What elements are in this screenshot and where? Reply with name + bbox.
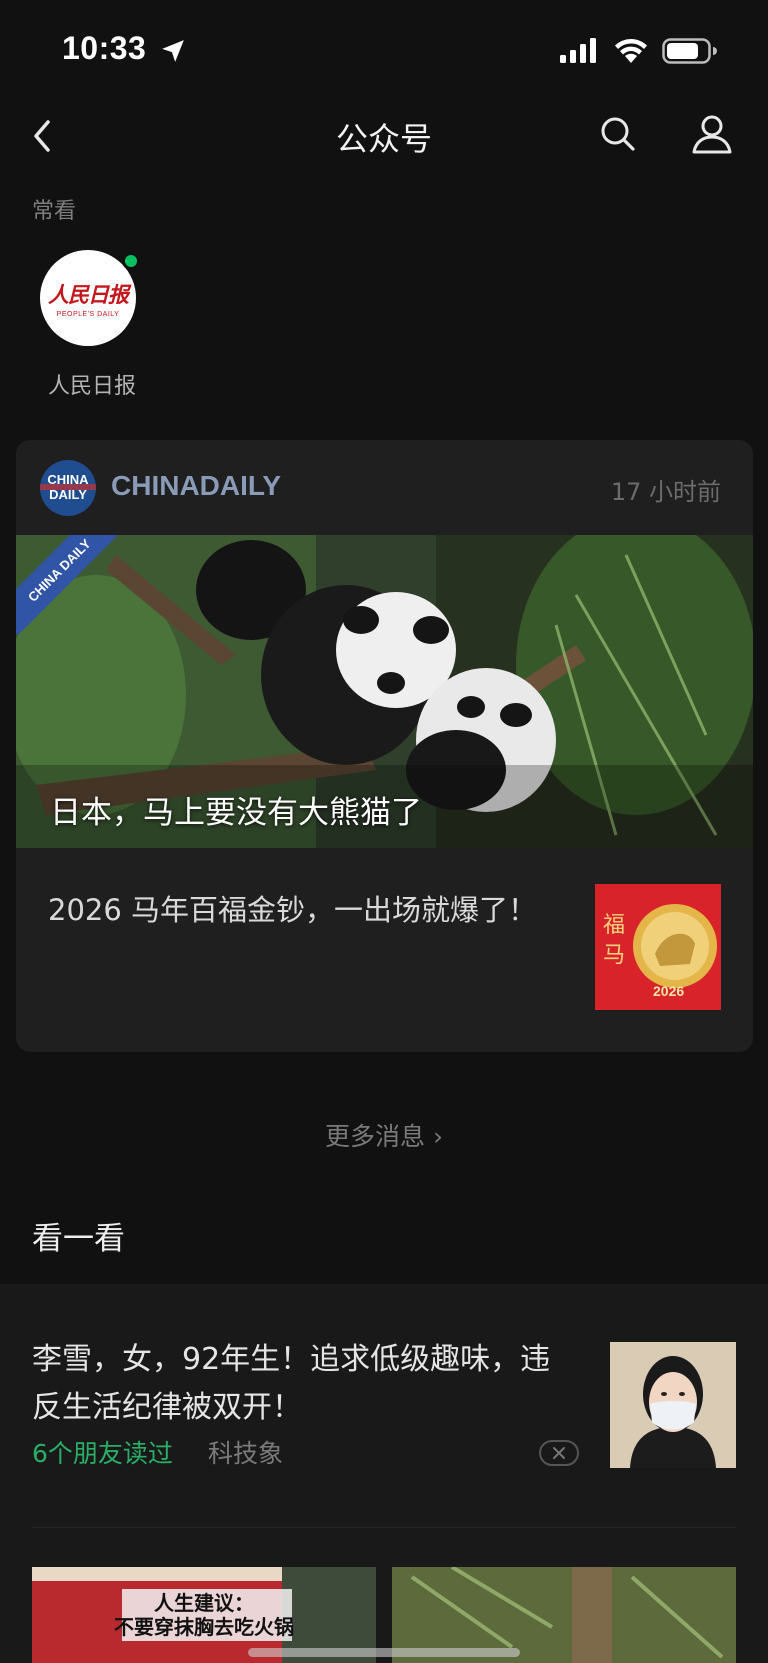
frequent-account-name: 人民日报 bbox=[47, 374, 136, 399]
cellular-signal-icon bbox=[560, 38, 596, 63]
article-title: 2026 马年百福金钞，一出场就爆了！ bbox=[48, 893, 538, 927]
close-icon[interactable] bbox=[539, 1440, 579, 1466]
status-time: 10:33 bbox=[62, 30, 147, 66]
hero-article[interactable]: CHINA DAILY 日本，马上要没有大熊猫了 bbox=[16, 535, 753, 848]
thumbnail-caption-line2: 不要穿抹胸去吃火锅 bbox=[114, 1615, 294, 1639]
timestamp: 17 小时前 bbox=[610, 478, 721, 506]
feed-article-thumbnail[interactable] bbox=[610, 1342, 736, 1468]
article-row[interactable]: 2026 马年百福金钞，一出场就爆了！ 福 马 2026 bbox=[16, 848, 753, 1052]
feed-panel: 李雪，女，92年生！追求低级趣味，违反生活纪律被双开！ 6个朋友读过 科技象 人… bbox=[0, 1284, 768, 1663]
new-update-dot bbox=[122, 252, 140, 270]
svg-text:马: 马 bbox=[603, 943, 625, 968]
thumbnail-caption-line1: 人生建议： bbox=[154, 1591, 254, 1615]
frequent-section-label: 常看 bbox=[32, 199, 77, 224]
profile-icon[interactable] bbox=[690, 112, 734, 156]
banknote-year: 2026 bbox=[653, 983, 684, 999]
app-screen: 10:33 公众号 常看 人民日报 PEOPLE'S DAILY 人民日报 CH… bbox=[0, 0, 768, 1663]
frequent-account-peoples-daily[interactable]: 人民日报 PEOPLE'S DAILY 人民日报 bbox=[40, 250, 144, 400]
card-header[interactable]: CHINA DAILY CHINADAILY 17 小时前 bbox=[16, 440, 753, 535]
status-bar: 10:33 bbox=[0, 0, 768, 100]
friends-read-count: 6个朋友读过 bbox=[32, 1439, 173, 1468]
account-name: CHINADAILY bbox=[111, 470, 282, 501]
avatar-logo-text: 人民日报 bbox=[48, 281, 129, 307]
official-account-message-card: CHINA DAILY CHINADAILY 17 小时前 CHINA DAIL… bbox=[16, 440, 753, 1052]
hero-headline: 日本，马上要没有大熊猫了 bbox=[50, 795, 422, 831]
avatar-logo-subtitle: PEOPLE'S DAILY bbox=[56, 310, 120, 318]
person-photo bbox=[610, 1342, 736, 1468]
svg-text:福: 福 bbox=[603, 913, 625, 938]
account-avatar: CHINA DAILY bbox=[40, 460, 96, 516]
location-arrow-icon bbox=[162, 40, 184, 62]
battery-icon bbox=[662, 38, 717, 64]
nav-bar: 公众号 bbox=[0, 100, 768, 176]
divider bbox=[32, 1527, 736, 1528]
avatar-logo-text: CHINA DAILY bbox=[47, 472, 89, 502]
avatar: 人民日报 PEOPLE'S DAILY bbox=[40, 250, 140, 346]
feed-article-title[interactable]: 李雪，女，92年生！追求低级趣味，违反生活纪律被双开！ bbox=[32, 1336, 572, 1432]
more-messages-link[interactable]: 更多消息 › bbox=[0, 1117, 768, 1153]
kan-yi-kan-section-title: 看一看 bbox=[32, 1221, 125, 1257]
page-title: 公众号 bbox=[335, 120, 432, 158]
home-indicator bbox=[248, 1648, 520, 1657]
article-thumbnail: 福 马 2026 bbox=[595, 884, 721, 1010]
banknote-picture: 福 马 2026 bbox=[595, 884, 721, 1010]
feed-source-name: 科技象 bbox=[208, 1439, 284, 1468]
search-icon[interactable] bbox=[598, 114, 638, 154]
wifi-icon bbox=[615, 39, 647, 63]
